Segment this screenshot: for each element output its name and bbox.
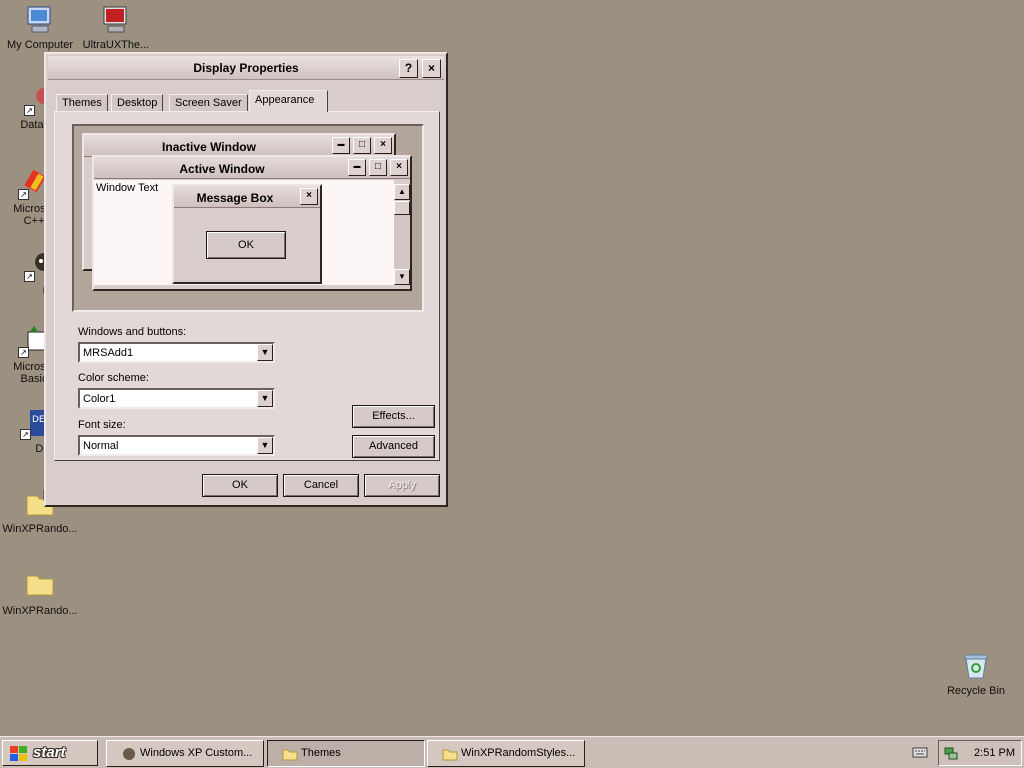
- network-icon[interactable]: [943, 745, 959, 764]
- desktop-icon-label: Recycle Bin: [946, 685, 1006, 697]
- scroll-up-icon: ▲: [394, 184, 410, 200]
- shortcut-arrow-icon: ↗: [20, 429, 31, 440]
- active-window-title: Active Window: [179, 162, 265, 176]
- active-window-titlebar: Active Window ▬ □ ×: [94, 157, 410, 179]
- close-button[interactable]: ×: [422, 59, 441, 78]
- windows-buttons-select[interactable]: MRSAdd1 ▼: [78, 342, 275, 363]
- start-button[interactable]: start: [2, 740, 98, 766]
- desktop-icon-winxprandom-2[interactable]: WinXPRando...: [0, 570, 80, 617]
- shortcut-arrow-icon: ↗: [24, 105, 35, 116]
- keyboard-icon[interactable]: [912, 746, 928, 761]
- preview-message-box: Message Box × OK: [172, 184, 322, 284]
- ok-button[interactable]: OK: [202, 474, 278, 497]
- minimize-icon: ▬: [332, 137, 350, 154]
- scroll-down-icon: ▼: [394, 269, 410, 285]
- preview-scrollbar: ▲ ▼: [394, 184, 410, 285]
- dialog-title: Display Properties: [193, 61, 299, 75]
- tab-screen-saver[interactable]: Screen Saver: [169, 94, 248, 112]
- desktop-icon-ultrauxtheme[interactable]: UltraUXThe...: [76, 4, 156, 51]
- ultrauxtheme-icon: [100, 4, 132, 36]
- desktop-icon-label: WinXPRando...: [2, 605, 78, 617]
- recycle-bin-icon: [960, 650, 992, 682]
- font-size-value: Normal: [83, 440, 119, 452]
- maximize-icon: □: [353, 137, 371, 154]
- color-scheme-select[interactable]: Color1 ▼: [78, 388, 275, 409]
- windows-buttons-value: MRSAdd1: [83, 347, 134, 359]
- minimize-icon: ▬: [348, 159, 366, 176]
- chevron-down-icon[interactable]: ▼: [257, 344, 273, 361]
- preview-active-window: Active Window ▬ □ × Window Text ▲ ▼ Mess…: [92, 155, 412, 291]
- effects-button[interactable]: Effects...: [352, 405, 435, 428]
- appearance-preview: Inactive Window ▬ □ × Active Window ▬ □ …: [72, 124, 424, 312]
- dialog-titlebar[interactable]: Display Properties ? ×: [48, 56, 444, 80]
- help-button[interactable]: ?: [399, 59, 418, 78]
- chevron-down-icon[interactable]: ▼: [257, 437, 273, 454]
- my-computer-icon: [24, 4, 56, 36]
- clock[interactable]: 2:51 PM: [974, 747, 1015, 759]
- folder-icon: [442, 746, 458, 765]
- folder-icon: [24, 570, 56, 602]
- close-icon: ×: [300, 188, 318, 205]
- scroll-thumb: [394, 201, 410, 215]
- cancel-button[interactable]: Cancel: [283, 474, 359, 497]
- svg-text:DE: DE: [32, 415, 45, 425]
- display-properties-dialog: Display Properties ? × Themes Desktop Sc…: [44, 52, 448, 507]
- close-icon: ×: [390, 159, 408, 176]
- maximize-icon: □: [369, 159, 387, 176]
- taskbar-item-windows-xp-custom[interactable]: Windows XP Custom...: [106, 740, 264, 767]
- desktop-icon-recycle-bin[interactable]: Recycle Bin: [936, 650, 1016, 697]
- taskbar-item-winxprandomstyles[interactable]: WinXPRandomStyles...: [427, 740, 585, 767]
- chevron-down-icon[interactable]: ▼: [257, 390, 273, 407]
- tab-appearance[interactable]: Appearance: [249, 90, 328, 112]
- taskbar-item-label: WinXPRandomStyles...: [461, 747, 576, 759]
- font-size-select[interactable]: Normal ▼: [78, 435, 275, 456]
- message-box-title: Message Box: [196, 191, 274, 205]
- desktop-icon-label: UltraUXThe...: [82, 39, 150, 51]
- taskbar: start Windows XP Custom... Themes WinXPR…: [0, 736, 1024, 768]
- windows-buttons-label: Windows and buttons:: [78, 326, 187, 338]
- tab-desktop[interactable]: Desktop: [111, 94, 164, 112]
- message-box-titlebar: Message Box ×: [174, 186, 320, 208]
- desktop-icon-label: WinXPRando...: [2, 523, 78, 535]
- apply-button[interactable]: Apply: [364, 474, 440, 497]
- folder-icon: [282, 746, 298, 765]
- close-icon: ×: [374, 137, 392, 154]
- shortcut-arrow-icon: ↗: [18, 347, 29, 358]
- app-icon: [121, 746, 137, 765]
- color-scheme-label: Color scheme:: [78, 372, 149, 384]
- inactive-window-title: Inactive Window: [162, 140, 256, 154]
- font-size-label: Font size:: [78, 419, 126, 431]
- message-box-ok-button: OK: [206, 231, 286, 259]
- taskbar-item-label: Themes: [301, 747, 341, 759]
- inactive-window-titlebar: Inactive Window ▬ □ ×: [84, 135, 394, 157]
- advanced-button[interactable]: Advanced: [352, 435, 435, 458]
- shortcut-arrow-icon: ↗: [24, 271, 35, 282]
- shortcut-arrow-icon: ↗: [18, 189, 29, 200]
- color-scheme-value: Color1: [83, 393, 116, 405]
- window-text: Window Text: [96, 182, 159, 194]
- taskbar-item-label: Windows XP Custom...: [140, 747, 253, 759]
- appearance-panel: Inactive Window ▬ □ × Active Window ▬ □ …: [54, 111, 440, 461]
- desktop-icon-my-computer[interactable]: My Computer: [0, 4, 80, 51]
- taskbar-item-themes[interactable]: Themes: [267, 740, 425, 767]
- system-tray: 2:51 PM: [938, 740, 1022, 766]
- tab-themes[interactable]: Themes: [56, 94, 108, 112]
- desktop-icon-label: My Computer: [6, 39, 74, 51]
- start-label: start: [33, 744, 66, 761]
- windows-logo-icon: [9, 745, 29, 767]
